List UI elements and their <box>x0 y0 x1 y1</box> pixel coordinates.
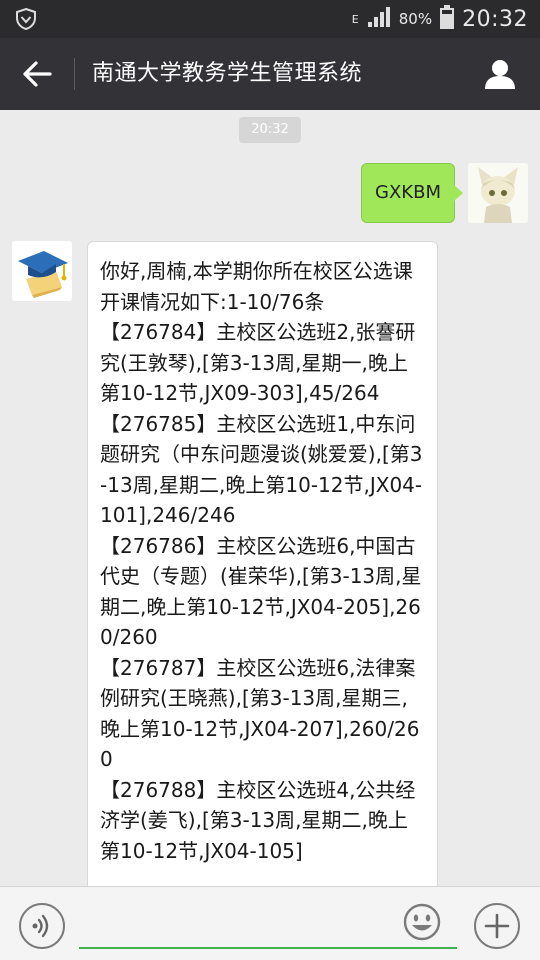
input-bar <box>0 886 540 960</box>
reply-line: 【276787】主校区公选班6,法律案例研究(王晓燕),[第3-13周,星期三,… <box>100 655 420 772</box>
user-profile-icon[interactable] <box>484 58 516 94</box>
network-type: E <box>351 12 359 26</box>
voice-icon[interactable] <box>19 903 65 949</box>
status-bar: E 80% 20:32 <box>0 0 540 38</box>
battery-icon <box>440 5 455 33</box>
title-divider <box>74 58 75 90</box>
status-time: 20:32 <box>462 6 528 32</box>
reply-line: 【276788】主校区公选班4,公共经济学(姜飞),[第3-13周,星期二,晚上… <box>100 777 416 863</box>
reply-line: 你好,周楠,本学期你所在校区公选课开课情况如下:1-10/76条 <box>100 259 413 314</box>
back-arrow-icon[interactable] <box>22 60 52 92</box>
system-avatar[interactable] <box>12 241 72 301</box>
message-input[interactable] <box>79 909 457 949</box>
my-avatar[interactable] <box>468 163 528 223</box>
sent-message-bubble[interactable]: GXKBM <box>361 163 463 223</box>
plus-icon[interactable] <box>474 903 520 949</box>
signal-icon <box>367 6 391 32</box>
received-message-bubble[interactable]: 你好,周楠,本学期你所在校区公选课开课情况如下:1-10/76条 【276784… <box>87 241 438 960</box>
title-bar: 南通大学教务学生管理系统 <box>0 38 540 110</box>
reply-line: 【276786】主校区公选班6,中国古代史（专题）(崔荣华),[第3-13周,星… <box>100 533 422 650</box>
message-timestamp: 20:32 <box>239 117 301 143</box>
reply-line: 【276784】主校区公选班2,张謇研究(王敦琴),[第3-13周,星期一,晚上… <box>100 320 416 405</box>
page-title: 南通大学教务学生管理系统 <box>92 61 363 86</box>
status-right: E 80% 20:32 <box>352 0 528 38</box>
emoji-icon[interactable] <box>403 903 441 941</box>
shield-icon <box>14 7 38 35</box>
reply-line: 【276785】主校区公选班1,中东问题研究（中东问题漫谈(姚爱爱),[第3-1… <box>100 411 423 528</box>
battery-percent: 80% <box>398 10 433 28</box>
